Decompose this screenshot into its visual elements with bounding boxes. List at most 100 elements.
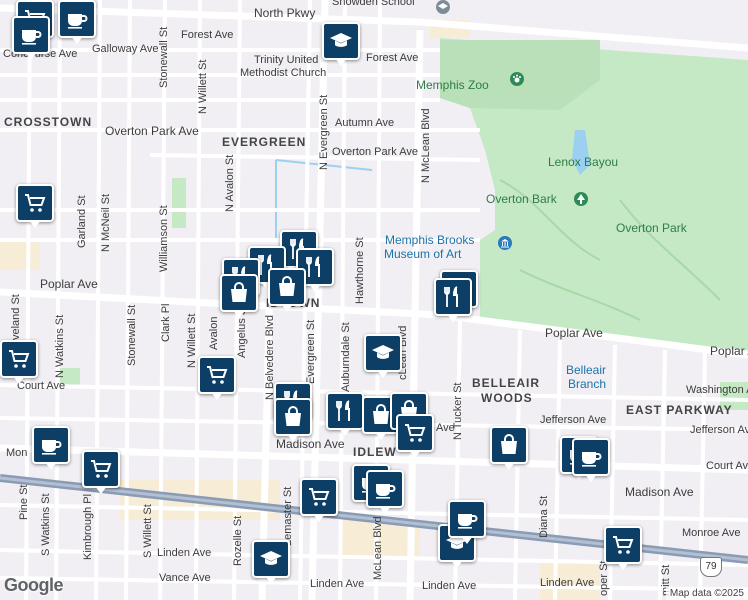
road-label: Linden Ave <box>422 580 477 592</box>
neighborhood-label: WOODS <box>481 391 533 405</box>
google-logo: Google <box>4 575 64 595</box>
map-marker[interactable] <box>434 278 472 322</box>
shopping-cart-icon <box>23 191 47 215</box>
map-marker[interactable] <box>274 398 312 442</box>
place-label: Trinity United <box>254 54 319 66</box>
road-label: Williamson St <box>158 205 170 272</box>
map-marker[interactable] <box>252 540 290 584</box>
road-label: Overton Park Ave <box>332 146 419 158</box>
road-label: N Willett St <box>197 59 209 114</box>
map-marker[interactable] <box>268 268 306 312</box>
shopping-cart-icon <box>7 347 31 371</box>
road-label: Mon <box>6 447 28 459</box>
road-label: Poplar Ave <box>40 277 98 291</box>
road-label: Kimbrough Pl <box>82 493 94 560</box>
road-label: S Watkins St <box>40 493 52 556</box>
road-label: Diana St <box>538 495 550 538</box>
road-label: Linden Ave <box>540 577 595 589</box>
place-label: Snowden School <box>332 0 415 8</box>
shopping-bag-icon <box>497 433 521 457</box>
map-marker[interactable] <box>322 22 360 66</box>
shopping-cart-icon <box>611 533 635 557</box>
shopping-bag-icon <box>275 275 299 299</box>
place-label: Memphis Brooks <box>385 233 475 247</box>
highway-shield: 79 <box>700 557 722 577</box>
map-marker[interactable] <box>198 356 236 400</box>
road-label: Auburndale St <box>340 322 352 392</box>
neighborhood-label: EVERGREEN <box>222 135 307 149</box>
road-label: Stonewall St <box>126 304 138 366</box>
map-marker[interactable] <box>32 426 70 470</box>
place-label: Overton Park <box>616 221 687 235</box>
school-poi-icon[interactable] <box>436 0 450 14</box>
map-marker[interactable] <box>572 438 610 482</box>
park-tree-icon[interactable] <box>574 192 588 206</box>
road-label: Stonewall St <box>158 26 170 88</box>
road-label: Pine St <box>18 484 30 520</box>
road-label: North Pkwy <box>254 6 316 20</box>
graduation-cap-icon <box>329 29 353 53</box>
map-marker[interactable] <box>82 450 120 494</box>
road-label: N Tucker St <box>452 382 464 440</box>
road-label: Overton Park Ave <box>105 124 199 138</box>
shopping-cart-icon <box>89 457 113 481</box>
road-label: Rozelle St <box>232 515 244 566</box>
map-base-layer <box>0 0 748 600</box>
restaurant-icon <box>303 255 327 279</box>
coffee-cup-icon <box>373 477 397 501</box>
place-label: Museum of Art <box>384 247 462 261</box>
neighborhood-label: BELLEAIR <box>472 376 540 390</box>
coffee-cup-icon <box>65 7 89 31</box>
map-marker[interactable] <box>364 334 402 378</box>
map-marker[interactable] <box>448 500 486 544</box>
coffee-cup-icon <box>39 433 63 457</box>
road-label: Vance Ave <box>159 572 211 584</box>
coffee-cup-icon <box>19 23 43 47</box>
shopping-cart-icon <box>205 363 229 387</box>
map-marker[interactable] <box>16 184 54 228</box>
place-label: Overton Bark <box>486 192 557 206</box>
road-label: Galloway Ave <box>92 43 159 55</box>
neighborhood-label: EAST PARKWAY <box>626 403 733 417</box>
road-label: Evergreen St <box>305 319 317 384</box>
road-label: Court Ave <box>706 460 748 472</box>
map-marker[interactable] <box>58 0 96 44</box>
map-viewport[interactable]: North Pkwy Forest Ave Forest Ave Gallowa… <box>0 0 748 600</box>
restaurant-icon <box>333 399 357 423</box>
place-label: Lenox Bayou <box>548 155 619 169</box>
museum-icon[interactable] <box>498 236 512 250</box>
road-label: Garland St <box>76 195 88 248</box>
road-label: Monroe Ave <box>682 527 741 539</box>
map-marker[interactable] <box>490 426 528 470</box>
road-label: oper St <box>598 560 610 596</box>
road-label: Lemaster St <box>282 486 294 546</box>
map-marker[interactable] <box>300 478 338 522</box>
map-marker[interactable] <box>604 526 642 570</box>
shopping-cart-icon <box>307 485 331 509</box>
graduation-cap-icon <box>371 341 395 365</box>
place-label: Belleair <box>566 363 607 377</box>
road-label: Washington A <box>686 384 748 396</box>
place-label: Memphis Zoo <box>416 78 489 92</box>
road-label: Forest Ave <box>181 29 234 41</box>
graduation-cap-icon <box>259 547 283 571</box>
map-marker[interactable] <box>366 470 404 514</box>
map-marker[interactable] <box>0 340 38 384</box>
road-label: Avalon <box>208 316 220 350</box>
map-marker[interactable] <box>12 16 50 60</box>
road-label: Jefferson Ave <box>540 414 607 426</box>
road-label: McLean Blvd <box>372 516 384 580</box>
road-label: N McLean Blvd <box>420 108 432 183</box>
zoo-icon[interactable] <box>510 72 524 86</box>
shopping-cart-icon <box>403 421 427 445</box>
map-marker[interactable] <box>326 392 364 436</box>
road-label: veland St <box>10 294 22 340</box>
neighborhood-label: IDLEW <box>353 445 397 459</box>
road-label: Poplar Ave <box>545 326 603 340</box>
road-label: Hawthorne St <box>354 237 366 304</box>
shopping-bag-icon <box>227 281 251 305</box>
road-label: Poplar A <box>710 344 748 358</box>
map-attribution[interactable]: Map data ©2025 <box>665 587 748 600</box>
map-marker[interactable] <box>220 274 258 318</box>
map-marker[interactable] <box>396 414 434 458</box>
